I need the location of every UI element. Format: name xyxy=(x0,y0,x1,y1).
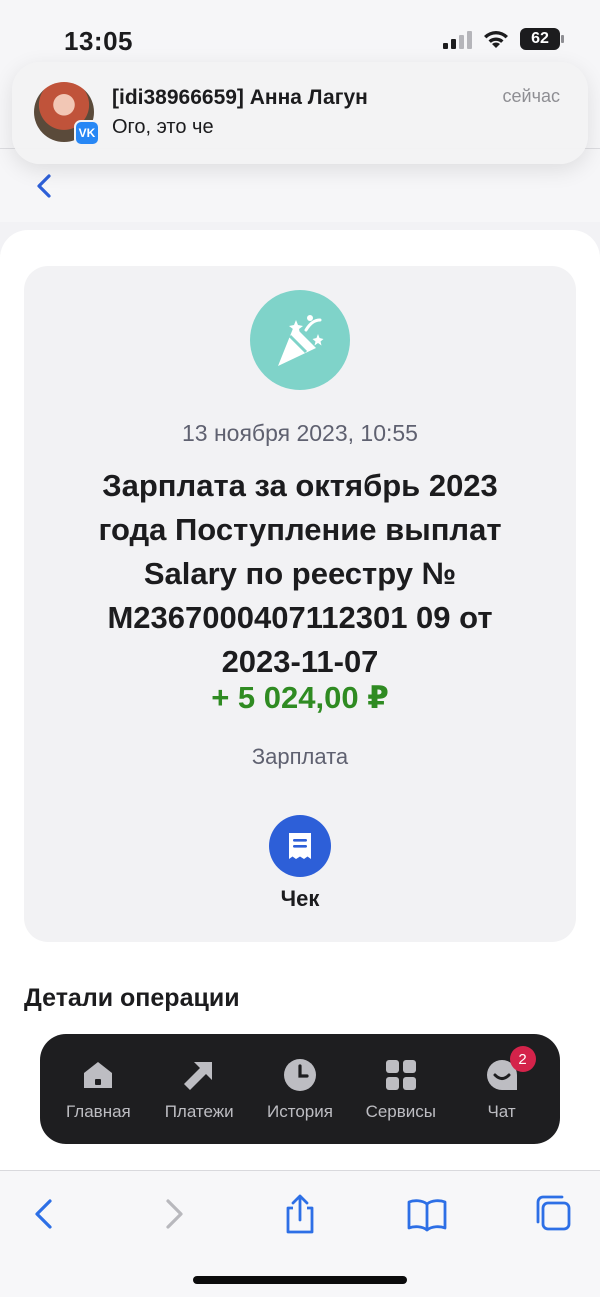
tabs-icon[interactable] xyxy=(532,1192,576,1236)
browser-forward-icon[interactable] xyxy=(152,1192,196,1236)
tab-history[interactable]: История xyxy=(250,1056,350,1122)
home-indicator xyxy=(193,1276,407,1284)
battery-indicator: 62 xyxy=(520,28,564,50)
operation-title: Зарплата за октябрь 2023 года Поступлени… xyxy=(98,468,502,679)
share-icon[interactable] xyxy=(278,1192,322,1236)
arrow-icon xyxy=(184,1062,213,1090)
bookmarks-icon[interactable] xyxy=(405,1192,449,1236)
cellular-signal-icon xyxy=(443,29,472,49)
bottom-tab-bar: Главная Платежи История Сервисы 2 Чат xyxy=(40,1034,560,1144)
receipt-button[interactable] xyxy=(269,815,331,877)
vk-app-icon: VK xyxy=(74,120,100,146)
party-popper-icon xyxy=(250,290,350,390)
tab-label: Сервисы xyxy=(365,1102,436,1121)
receipt-label[interactable]: Чек xyxy=(24,886,576,912)
home-icon xyxy=(84,1062,113,1088)
clock-icon xyxy=(283,1059,316,1091)
tab-chat[interactable]: 2 Чат xyxy=(452,1046,552,1122)
wifi-icon xyxy=(484,31,508,48)
tab-label: История xyxy=(267,1102,333,1121)
receipt-icon xyxy=(289,833,311,859)
operation-date: 13 ноября 2023, 10:55 xyxy=(182,420,418,446)
tab-services[interactable]: Сервисы xyxy=(351,1056,451,1122)
browser-back-icon[interactable] xyxy=(22,1192,66,1236)
tab-label: Чат xyxy=(487,1102,516,1121)
status-icons: 62 xyxy=(443,28,564,50)
notification-message: Ого, это че xyxy=(112,116,214,138)
notification-banner[interactable] xyxy=(12,62,588,164)
grid-icon xyxy=(385,1060,416,1090)
chat-unread-badge: 2 xyxy=(509,1046,536,1072)
operation-category: Зарплата xyxy=(251,744,349,769)
notification-title: [idi38966659] Анна Лагун xyxy=(112,86,368,109)
operation-amount: + 5 024,00 ₽ xyxy=(211,680,389,715)
tab-label: Главная xyxy=(66,1102,131,1121)
notification-time: сейчас xyxy=(502,86,560,106)
status-time: 13:05 xyxy=(64,26,133,56)
tab-payments[interactable]: Платежи xyxy=(149,1056,249,1122)
back-chevron-icon[interactable] xyxy=(30,168,60,204)
tab-home[interactable]: Главная xyxy=(48,1056,148,1122)
details-heading: Детали операции xyxy=(24,984,240,1012)
tab-label: Платежи xyxy=(164,1102,234,1121)
